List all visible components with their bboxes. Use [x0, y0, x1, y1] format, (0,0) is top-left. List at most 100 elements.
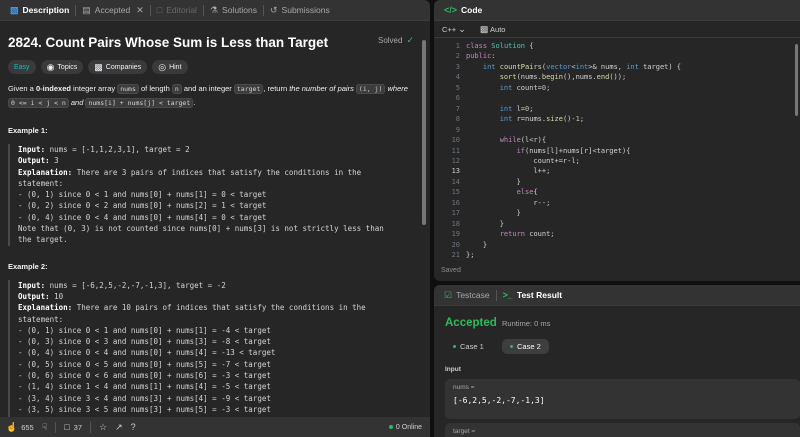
line-number: 7 [455, 104, 460, 113]
code-line[interactable]: else{ [466, 188, 538, 196]
code-line[interactable]: int l=0; [466, 105, 534, 113]
input-value: nums = [-1,1,2,3,1], target = 2 [45, 145, 190, 154]
lightbulb-icon: ◎ [158, 61, 167, 72]
favorite-button[interactable]: ☆ [99, 422, 107, 432]
tab-submissions[interactable]: ↺ Submissions [264, 0, 336, 21]
code-line[interactable]: int countPairs(vector<int>& nums, int ta… [466, 63, 681, 71]
line-number: 5 [455, 83, 460, 92]
code-line[interactable]: return count; [466, 230, 555, 238]
close-icon[interactable]: ✕ [136, 5, 144, 15]
tab-test-result[interactable]: >_ Test Result [497, 285, 568, 306]
description-icon: ▧ [10, 4, 19, 15]
code-line[interactable]: } [466, 178, 521, 186]
line-number: 3 [455, 62, 460, 71]
code-line[interactable]: } [466, 241, 487, 249]
code-line[interactable]: sort(nums.begin(),nums.end()); [466, 73, 626, 81]
difficulty-badge[interactable]: Easy [8, 60, 36, 74]
code-line[interactable]: } [466, 209, 521, 217]
line-number: 1 [455, 42, 460, 50]
case-1-tab[interactable]: Case 1 [445, 339, 492, 354]
mode-toggle[interactable]: ▩ Auto [479, 23, 506, 34]
code-editor[interactable]: 1 class Solution { 2 public: 3 int countPair… [434, 38, 800, 259]
example-2-title: Example 2: [8, 261, 48, 271]
statement-italic: the number of pairs [289, 84, 356, 93]
solved-status: Solved ✓ [377, 36, 414, 46]
inline-code: nums [117, 84, 139, 94]
statement-italic: where [385, 84, 408, 93]
scrollbar[interactable] [422, 40, 426, 225]
pass-dot [453, 345, 456, 348]
nums-label: nums = [453, 384, 475, 391]
code-line[interactable]: r--; [466, 199, 550, 207]
language-label: C++ [442, 24, 457, 34]
lock-icon: ▩ [479, 23, 489, 34]
input-heading: Input [445, 366, 461, 373]
tab-description[interactable]: ▧ Description [4, 0, 75, 21]
line-number: 18 [451, 219, 460, 228]
code-line[interactable]: count+=r-l; [466, 157, 579, 165]
share-button[interactable]: ↗ [115, 422, 123, 432]
line-number: 21 [451, 251, 460, 259]
tab-code[interactable]: </> Code [438, 0, 488, 21]
tab-testcase[interactable]: ☑ Testcase [438, 285, 496, 306]
code-line[interactable]: class Solution { [466, 42, 533, 50]
tag-row: Easy ◉ Topics ▩ Companies ◎ Hint [8, 60, 422, 74]
action-bar: ☝ 655 ☟ □ 37 ☆ ↗ ? 0 Online [0, 417, 430, 437]
help-button[interactable]: ? [130, 421, 136, 432]
explanation-label: Explanation: [18, 303, 73, 313]
language-select[interactable]: C++ ⌄ [442, 23, 466, 34]
code-line[interactable]: if(nums[l]+nums[r]<target){ [466, 147, 631, 155]
statement-text: . [193, 98, 196, 107]
dislike-button[interactable]: ☟ [42, 422, 47, 432]
output-value: 3 [49, 156, 59, 166]
code-line[interactable]: } [466, 220, 504, 228]
online-dot [388, 425, 393, 429]
example-2-block: Input: nums = [-6,2,5,-2,-7,-1,3], targe… [8, 279, 422, 417]
line-number: 2 [455, 52, 460, 61]
comments-button[interactable]: □ 37 [64, 421, 82, 432]
line-number: 4 [455, 73, 460, 82]
like-button[interactable]: ☝ 655 [6, 422, 34, 432]
comment-count: 37 [73, 422, 82, 432]
line-number: 20 [451, 240, 460, 249]
line-number: 14 [451, 177, 460, 186]
line-number: 13 [451, 167, 460, 176]
code-line[interactable]: public: [466, 52, 496, 60]
nums-input-box: nums = [-6,2,5,-2,-7,-1,3] [445, 379, 800, 419]
line-number: 16 [451, 198, 460, 207]
topics-button[interactable]: ◉ Topics [40, 60, 84, 74]
tab-label: Solutions [222, 5, 257, 15]
comment-icon: □ [64, 421, 70, 432]
problem-statement: Given a 0-indexed integer array nums of … [8, 82, 418, 110]
editor-scrollbar[interactable] [795, 44, 798, 116]
inline-code: (i, j) [355, 84, 386, 94]
tab-solutions[interactable]: ⚗ Solutions [204, 0, 263, 21]
tab-accepted[interactable]: ▤ Accepted ✕ [76, 0, 150, 21]
chevron-down-icon: ⌄ [458, 23, 466, 34]
result-panel: ☑ Testcase >_ Test Result Accepted Runtime… [434, 285, 800, 437]
solved-label: Solved [377, 36, 403, 45]
statement-italic: and [68, 98, 86, 107]
example-1-title: Example 1: [8, 126, 48, 135]
explanation-label: Explanation: [18, 167, 73, 177]
description-panel: ▧ Description ▤ Accepted ✕ □ Editorial ⚗ Solu… [0, 0, 430, 437]
code-line[interactable]: int r=nums.size()-1; [466, 115, 584, 123]
tab-editorial[interactable]: □ Editorial [151, 0, 203, 21]
case-2-tab[interactable]: Case 2 [502, 339, 549, 354]
statement-text: integer array [70, 84, 118, 93]
hint-label: Hint [169, 63, 182, 71]
statement-text: and an integer [181, 84, 234, 93]
code-line[interactable]: int count=0; [466, 84, 551, 92]
line-number: 19 [451, 230, 460, 239]
output-value: 10 [49, 291, 64, 301]
target-label: target = [453, 428, 476, 435]
code-line[interactable]: }; [466, 251, 474, 259]
hint-button[interactable]: ◎ Hint [152, 60, 188, 74]
code-line[interactable]: l++; [466, 167, 550, 175]
output-label: Output: [18, 156, 50, 166]
case-label: Case 1 [460, 342, 484, 351]
input-label: Input: [18, 145, 46, 154]
question-icon: ? [130, 421, 136, 432]
companies-button[interactable]: ▩ Companies [88, 60, 148, 74]
code-line[interactable]: while(l<r){ [466, 136, 546, 144]
